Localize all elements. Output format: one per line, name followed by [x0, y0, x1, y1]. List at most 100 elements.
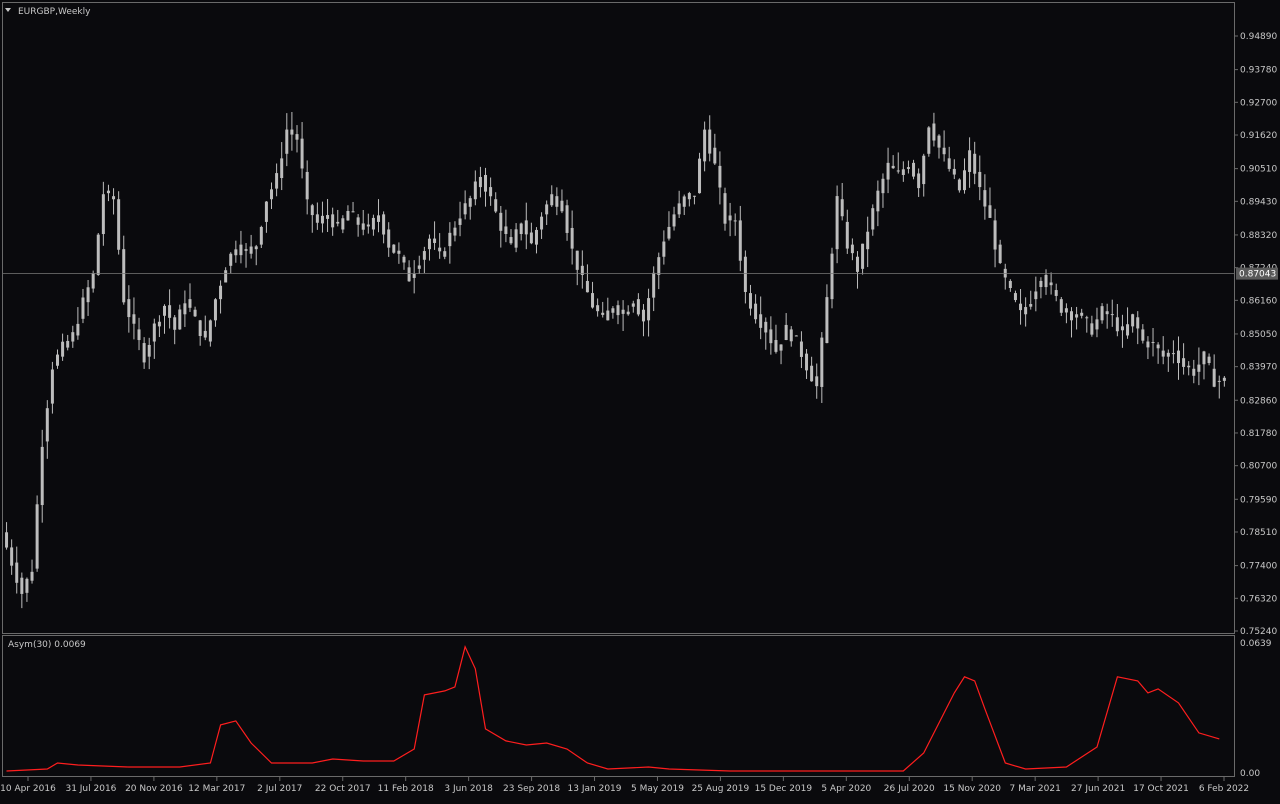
candle-body: [998, 244, 1002, 263]
candle-body: [478, 176, 482, 188]
indicator-line: [6, 645, 1220, 772]
candle-body: [687, 193, 691, 200]
candle-body: [463, 203, 467, 215]
current-price-label: 0.87043: [1239, 270, 1276, 280]
candle-body: [1187, 365, 1191, 368]
price-tick-label: 0.83970: [1240, 363, 1277, 373]
candle-body: [840, 199, 844, 217]
candle-body: [835, 196, 839, 250]
candle-body: [305, 171, 309, 200]
candle-body: [932, 123, 936, 141]
candle-body: [1202, 351, 1206, 365]
candle-body: [723, 193, 727, 224]
candle-body: [570, 227, 574, 249]
time-tick-label: 23 Sep 2018: [503, 784, 560, 794]
time-tick-label: 26 Jul 2020: [884, 784, 935, 794]
candle-body: [743, 256, 747, 292]
candle-body: [917, 173, 921, 189]
chart-canvas[interactable]: EURGBP,Weekly Asym(30) 0.0069 0.0639 0.0…: [0, 0, 1280, 800]
candle-body: [509, 237, 513, 244]
candle-body: [122, 249, 126, 303]
candle-body: [962, 170, 966, 191]
candle-body: [1095, 319, 1099, 330]
candle-body: [356, 217, 360, 225]
candle-body: [601, 312, 605, 315]
time-tick-label: 5 Apr 2020: [821, 784, 871, 794]
price-axis: 0.94890 0.93780 0.92700 0.91620 0.90510 0.894…: [1234, 32, 1277, 637]
candle-body: [1024, 307, 1028, 315]
time-tick-label: 15 Nov 2020: [943, 784, 1001, 794]
candle-body: [5, 532, 9, 548]
candle-body: [234, 249, 238, 256]
candle-body: [178, 309, 182, 330]
candle-body: [427, 238, 431, 250]
candle-body: [147, 344, 151, 357]
candle-body: [198, 320, 202, 336]
dropdown-triangle-icon[interactable]: [5, 8, 11, 12]
candle-body: [382, 214, 386, 235]
candle-body: [244, 249, 248, 251]
candle-body: [1126, 324, 1130, 336]
candle-body: [942, 147, 946, 155]
candle-body: [1054, 290, 1058, 296]
candle-body: [713, 147, 717, 164]
candle-body: [708, 129, 712, 154]
candle-body: [56, 354, 60, 366]
price-tick-label: 0.88320: [1240, 231, 1277, 241]
candle-body: [1075, 314, 1079, 318]
candle-body: [896, 170, 900, 172]
candle-body: [1156, 344, 1160, 349]
candle-body: [224, 270, 228, 283]
candle-body: [621, 309, 625, 314]
candle-body: [886, 162, 890, 180]
candle-body: [540, 216, 544, 230]
candle-body: [1222, 377, 1226, 381]
candle-body: [10, 547, 14, 566]
candle-body: [438, 247, 442, 252]
candle-body: [132, 314, 136, 324]
candle-body: [61, 341, 65, 357]
candle-body: [76, 323, 80, 336]
candle-body: [978, 171, 982, 188]
trading-chart-window[interactable]: EURGBP,Weekly Asym(30) 0.0069 0.0639 0.0…: [0, 0, 1280, 800]
candle-body: [239, 244, 243, 256]
candle-body: [229, 253, 233, 266]
candle-body: [728, 215, 732, 221]
candle-body: [473, 181, 477, 200]
candle-body: [641, 309, 645, 322]
candle-body: [96, 234, 100, 275]
candle-body: [1136, 317, 1140, 329]
time-tick-label: 15 Dec 2019: [755, 784, 813, 794]
candle-body: [371, 217, 375, 230]
candle-body: [636, 299, 640, 315]
price-tick-label: 0.89430: [1240, 197, 1277, 207]
candle-body: [1166, 352, 1170, 357]
candle-body: [249, 246, 253, 254]
candle-body: [412, 273, 416, 278]
candle-body: [983, 190, 987, 207]
candle-body: [662, 241, 666, 257]
candle-body: [1003, 268, 1007, 278]
candle-body: [519, 223, 523, 235]
candle-body: [163, 305, 167, 316]
price-tick-label: 0.93780: [1240, 66, 1277, 76]
candle-body: [845, 221, 849, 249]
candle-body: [1115, 317, 1119, 332]
candle-body: [1105, 311, 1109, 315]
candle-body: [50, 369, 54, 404]
candle-body: [1141, 329, 1145, 341]
candle-body: [922, 155, 926, 185]
candle-body: [698, 158, 702, 194]
candle-body: [1013, 293, 1017, 301]
price-tick-label: 0.75240: [1240, 627, 1277, 637]
candle-body: [631, 303, 635, 307]
candle-body: [417, 265, 421, 269]
candle-body: [484, 174, 488, 192]
candle-body: [331, 214, 335, 228]
candle-body: [871, 208, 875, 230]
candle-body: [973, 153, 977, 174]
candle-body: [555, 196, 559, 207]
indicator-group: [6, 645, 1220, 772]
price-tick-label: 0.94890: [1240, 32, 1277, 42]
candle-body: [891, 165, 895, 169]
